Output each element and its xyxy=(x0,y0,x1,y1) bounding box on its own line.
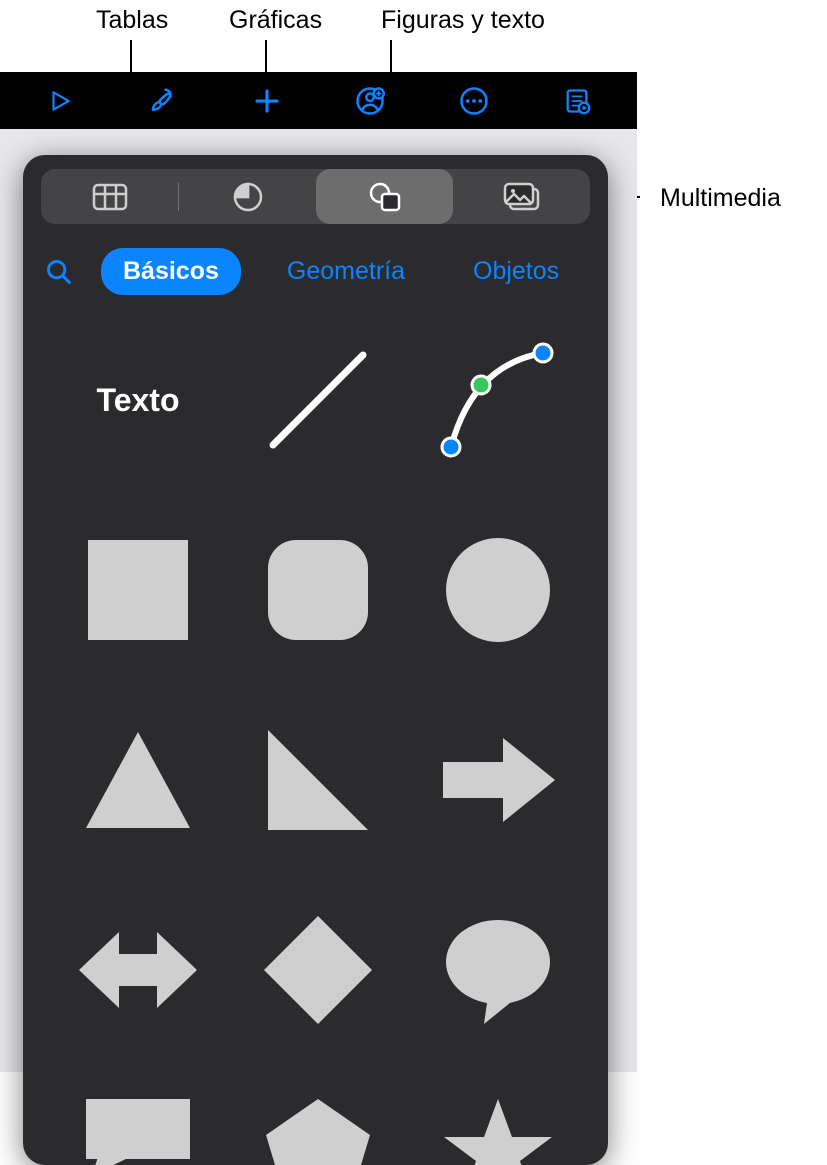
star-icon xyxy=(438,1095,558,1165)
right-triangle-icon xyxy=(258,720,378,840)
pie-chart-icon xyxy=(232,181,264,213)
insert-popover: Básicos Geometría Objetos A Texto xyxy=(23,155,608,1165)
shape-rounded-square[interactable] xyxy=(253,525,383,655)
insert-segmented-control xyxy=(41,169,590,224)
curve-icon xyxy=(433,335,563,465)
callout-media: Multimedia xyxy=(660,184,781,213)
shape-circle[interactable] xyxy=(433,525,563,655)
presenter-notes-icon xyxy=(563,87,591,115)
triangle-icon xyxy=(78,720,198,840)
table-icon xyxy=(92,183,128,211)
square-icon xyxy=(78,530,198,650)
shape-categories: Básicos Geometría Objetos A xyxy=(23,224,608,315)
format-button[interactable] xyxy=(141,79,185,123)
shape-text[interactable]: Texto xyxy=(73,335,203,465)
add-icon xyxy=(252,86,282,116)
shape-arrow-bidirectional[interactable] xyxy=(73,905,203,1035)
category-more[interactable]: A xyxy=(605,248,608,295)
collaborate-icon xyxy=(355,86,385,116)
arrow-right-icon xyxy=(433,720,563,840)
callout-charts: Gráficas xyxy=(229,6,322,35)
callout-shapes-text: Figuras y texto xyxy=(381,6,545,35)
shape-square[interactable] xyxy=(73,525,203,655)
shape-callout-banner[interactable] xyxy=(73,1095,203,1165)
shape-arrow-right[interactable] xyxy=(433,715,563,845)
media-segment[interactable] xyxy=(453,169,590,224)
category-objetos[interactable]: Objetos xyxy=(451,248,581,295)
shapes-grid: Texto xyxy=(23,315,608,1165)
shape-triangle[interactable] xyxy=(73,715,203,845)
line-icon xyxy=(258,340,378,460)
speech-bubble-icon xyxy=(438,910,558,1030)
shapes-segment[interactable] xyxy=(316,169,453,224)
arrow-bidirectional-icon xyxy=(73,910,203,1030)
shape-curve[interactable] xyxy=(433,335,563,465)
search-icon xyxy=(45,258,73,286)
diamond-icon xyxy=(258,910,378,1030)
presenter-notes-button[interactable] xyxy=(555,79,599,123)
collaborate-button[interactable] xyxy=(348,79,392,123)
shape-star[interactable] xyxy=(433,1095,563,1165)
shape-line[interactable] xyxy=(253,335,383,465)
callouts-layer: Tablas Gráficas Figuras y texto xyxy=(0,0,827,60)
shape-right-triangle[interactable] xyxy=(253,715,383,845)
format-brush-icon xyxy=(148,86,178,116)
play-button[interactable] xyxy=(38,79,82,123)
callout-tables: Tablas xyxy=(96,6,168,35)
category-geometria[interactable]: Geometría xyxy=(265,248,427,295)
shape-speech-bubble[interactable] xyxy=(433,905,563,1035)
shape-text-label: Texto xyxy=(97,382,180,419)
more-button[interactable] xyxy=(452,79,496,123)
rounded-square-icon xyxy=(258,530,378,650)
shape-pentagon[interactable] xyxy=(253,1095,383,1165)
callout-banner-icon xyxy=(78,1095,198,1165)
tables-segment[interactable] xyxy=(41,169,178,224)
charts-segment[interactable] xyxy=(179,169,316,224)
insert-button[interactable] xyxy=(245,79,289,123)
more-icon xyxy=(459,86,489,116)
category-basicos[interactable]: Básicos xyxy=(101,248,241,295)
main-toolbar xyxy=(0,72,637,129)
play-icon xyxy=(47,88,73,114)
popover-arrow xyxy=(297,155,333,156)
shapes-icon xyxy=(368,181,402,213)
pentagon-icon xyxy=(258,1095,378,1165)
search-shapes-button[interactable] xyxy=(41,254,77,290)
media-icon xyxy=(503,182,541,212)
shape-diamond[interactable] xyxy=(253,905,383,1035)
circle-icon xyxy=(438,530,558,650)
